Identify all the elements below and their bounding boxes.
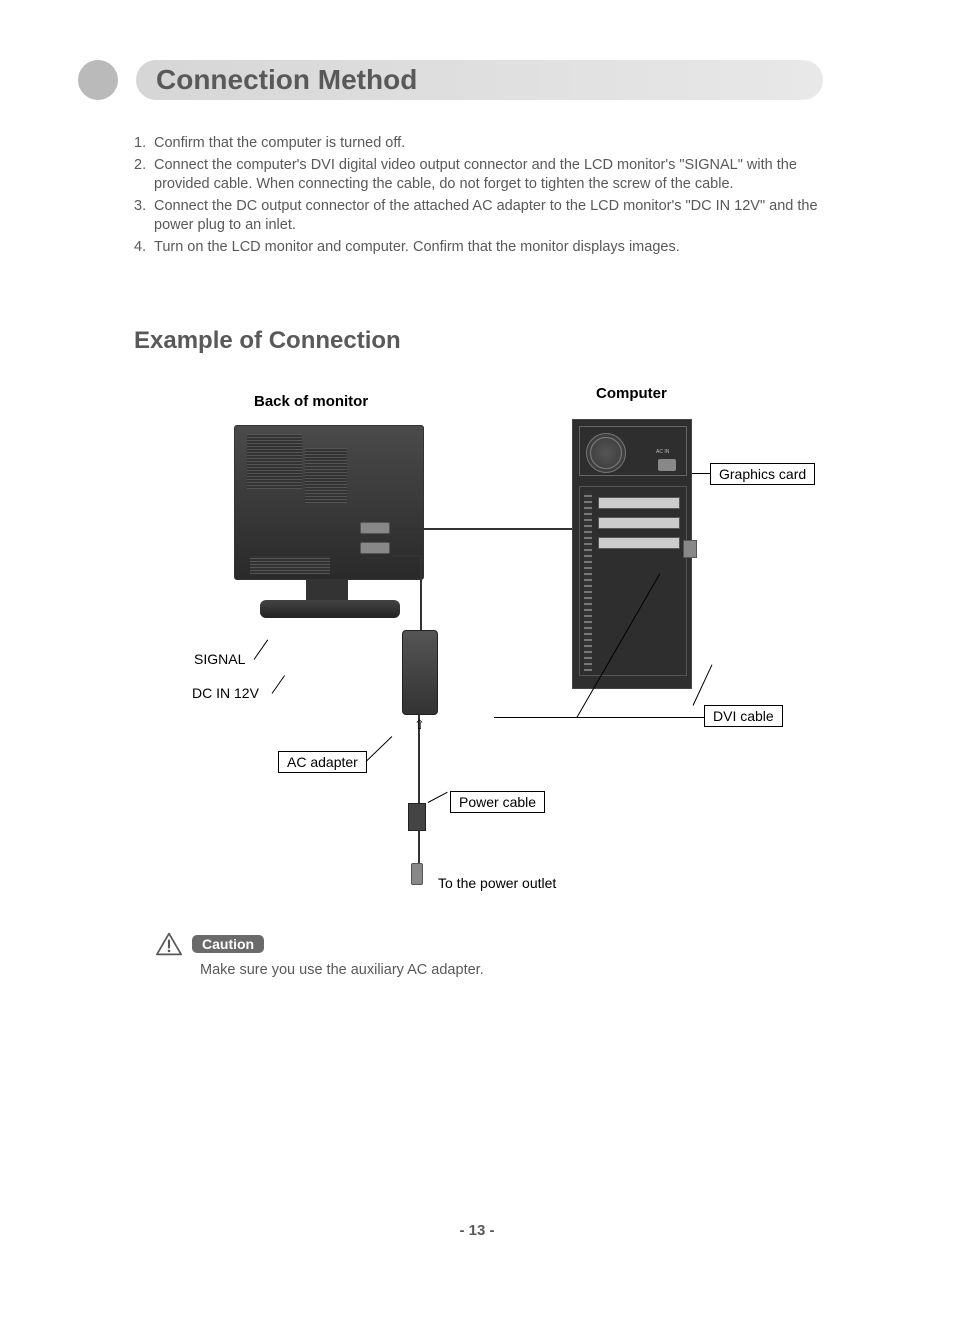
warning-triangle-icon <box>156 932 182 956</box>
step-text: Turn on the LCD monitor and computer. Co… <box>154 238 823 258</box>
ac-in-tiny-label: AC IN <box>656 449 669 455</box>
page-title-row: Connection Method <box>78 60 823 100</box>
ac-adapter-label: AC adapter <box>278 751 367 773</box>
dvi-port <box>683 540 697 558</box>
step-text: Connect the computer's DVI digital video… <box>154 156 823 195</box>
caution-row: Caution <box>156 932 264 956</box>
page-number: - 13 - <box>0 1222 954 1239</box>
caution-text: Make sure you use the auxiliary AC adapt… <box>200 962 484 978</box>
computer-tower-drawing: AC IN <box>572 419 692 689</box>
example-subtitle: Example of Connection <box>134 327 823 355</box>
title-bullet <box>78 60 118 100</box>
dc-in-port <box>360 542 390 554</box>
dvi-cable-line <box>392 528 585 530</box>
monitor-label: Back of monitor <box>254 393 368 410</box>
dc-cable-line <box>420 555 422 631</box>
computer-label: Computer <box>596 385 667 402</box>
ferrite-core <box>408 803 426 831</box>
to-outlet-label: To the power outlet <box>438 875 556 891</box>
power-cable-label: Power cable <box>450 791 545 813</box>
page-title: Connection Method <box>156 64 417 96</box>
connection-diagram: Back of monitor Computer AC IN <box>134 385 823 935</box>
signal-port <box>360 522 390 534</box>
power-plug <box>411 863 423 885</box>
ac-adapter-drawing <box>402 630 438 715</box>
steps-list: 1. Confirm that the computer is turned o… <box>134 134 823 257</box>
title-bar: Connection Method <box>136 60 823 100</box>
dvi-cable-label: DVI cable <box>704 705 783 727</box>
step-item: 3. Connect the DC output connector of th… <box>134 197 823 236</box>
step-item: 1. Confirm that the computer is turned o… <box>134 134 823 154</box>
step-text: Confirm that the computer is turned off. <box>154 134 823 154</box>
psu-fan-icon <box>586 433 626 473</box>
power-cable-line <box>418 715 420 865</box>
step-item: 2. Connect the computer's DVI digital vi… <box>134 156 823 195</box>
caution-badge: Caution <box>192 935 264 953</box>
step-text: Connect the DC output connector of the a… <box>154 197 823 236</box>
signal-label: SIGNAL <box>194 651 245 667</box>
arrow-up-icon: ⇧ <box>414 717 425 733</box>
step-item: 4. Turn on the LCD monitor and computer.… <box>134 238 823 258</box>
dc-in-label: DC IN 12V <box>192 685 259 701</box>
graphics-card-label: Graphics card <box>710 463 815 485</box>
